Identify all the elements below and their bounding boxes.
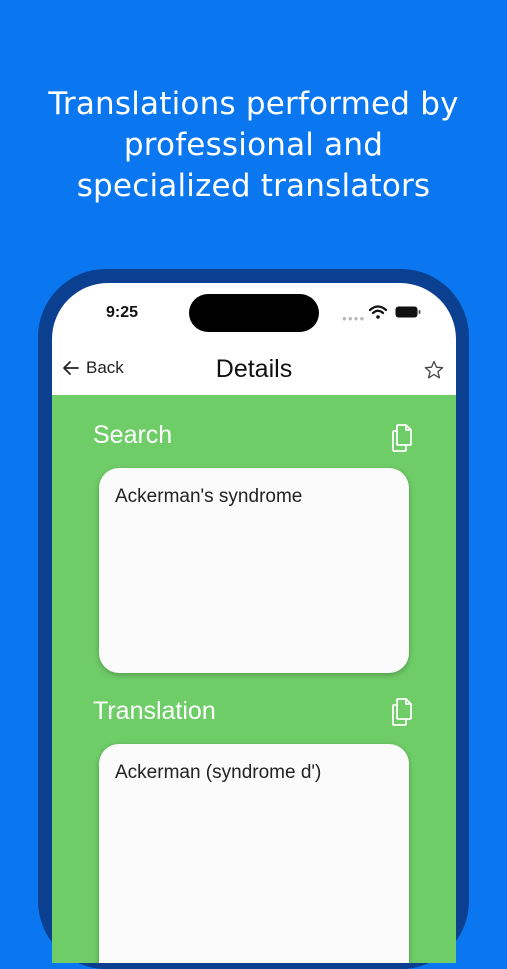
marketing-headline: Translations performed by professional a… xyxy=(0,84,507,207)
page-title: Details xyxy=(215,355,293,383)
details-content: Search Ackerman's syndrome Translation A… xyxy=(52,395,456,963)
headline-line-1: Translations performed by xyxy=(48,86,459,122)
signal-dots-icon: ●●●● xyxy=(342,314,366,323)
translation-text-box[interactable]: Ackerman (syndrome d') xyxy=(99,744,409,963)
copy-icon[interactable] xyxy=(389,423,415,453)
headline-line-2: professional and xyxy=(123,127,384,163)
dynamic-island xyxy=(189,294,319,332)
search-text-box[interactable]: Ackerman's syndrome xyxy=(99,468,409,673)
copy-icon[interactable] xyxy=(389,697,415,727)
search-section-label: Search xyxy=(93,421,173,449)
battery-icon xyxy=(395,306,421,318)
status-time: 9:25 xyxy=(106,304,139,321)
wifi-icon xyxy=(369,305,387,319)
star-icon[interactable] xyxy=(424,360,444,380)
phone-screen: 9:25 ●●●● Back Details Search Ackerman's… xyxy=(52,283,456,963)
translation-section-label: Translation xyxy=(93,697,216,725)
headline-line-3: specialized translators xyxy=(76,168,431,204)
